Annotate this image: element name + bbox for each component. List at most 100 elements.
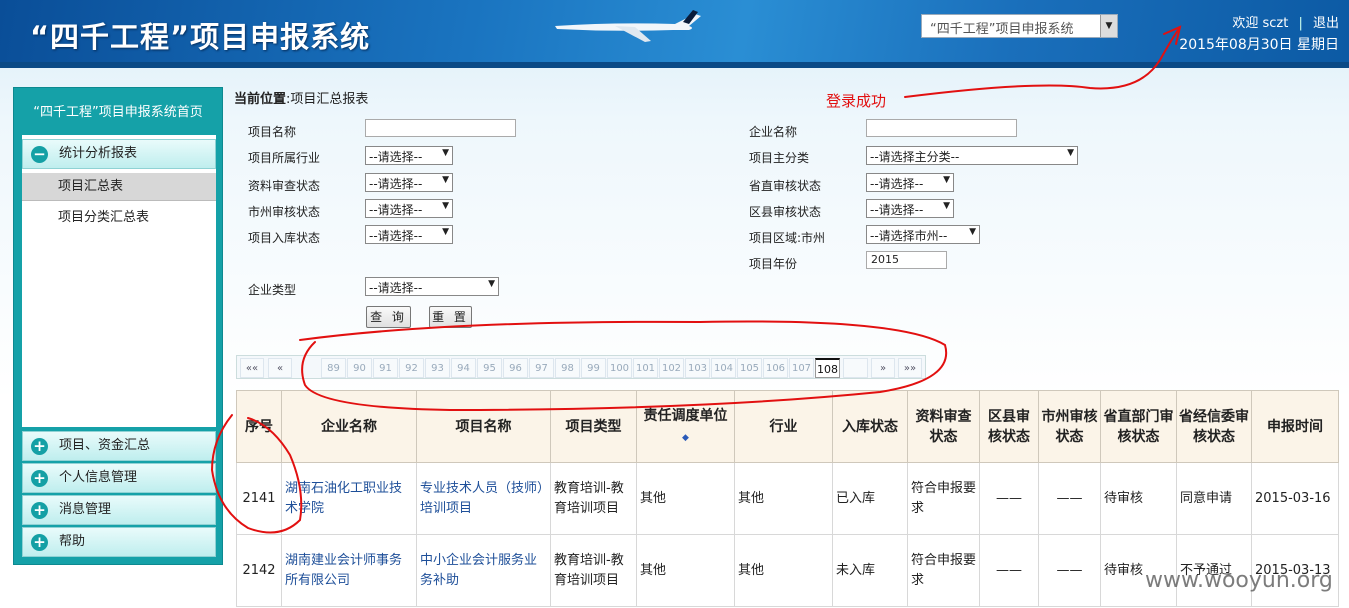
project-name-label: 项目名称 (248, 125, 297, 139)
year-label: 项目年份 (749, 257, 798, 271)
table-header-row: 序号 企业名称 项目名称 项目类型 责任调度单位 ◆ 行业 入库状态 资料审查状… (236, 390, 1339, 463)
main-category-label: 项目主分类 (749, 151, 810, 165)
cell-material-review: 符合申报要求 (907, 462, 980, 535)
prev-page-button[interactable]: « (268, 358, 292, 378)
col-header-material-review[interactable]: 资料审查状态 (907, 390, 980, 463)
watermark: www.wooyun.org (1145, 568, 1333, 593)
sidebar-section-messages[interactable]: + 消息管理 (22, 495, 216, 525)
page-number[interactable]: 92 (399, 358, 424, 378)
page-number[interactable]: 89 (321, 358, 346, 378)
industry-label: 项目所属行业 (248, 151, 321, 165)
col-header-city-review[interactable]: 市州审核状态 (1038, 390, 1101, 463)
col-header-province-dept-review[interactable]: 省直部门审核状态 (1100, 390, 1177, 463)
cell-index: 2142 (236, 534, 282, 607)
page-number[interactable]: 104 (711, 358, 736, 378)
sidebar-section-help[interactable]: + 帮助 (22, 527, 216, 557)
col-header-type[interactable]: 项目类型 (550, 390, 637, 463)
company-name-input[interactable] (866, 119, 1017, 137)
first-page-button[interactable]: «« (240, 358, 264, 378)
city-review-label: 市州审核状态 (248, 205, 321, 219)
cell-city-review: —— (1038, 462, 1101, 535)
page-number[interactable]: 103 (685, 358, 710, 378)
warehouse-label: 项目入库状态 (248, 231, 321, 245)
sidebar-section-stats[interactable]: − 统计分析报表 (22, 139, 216, 169)
col-header-industry[interactable]: 行业 (734, 390, 833, 463)
cell-city-review: —— (1038, 534, 1101, 607)
page-current[interactable]: 108 (815, 358, 840, 378)
page-number[interactable]: 99 (581, 358, 606, 378)
plus-circle-icon: + (31, 470, 48, 487)
welcome-bar: 欢迎 sczt | 退出 (1232, 16, 1339, 31)
cell-eitc-review: 同意申请 (1176, 462, 1252, 535)
col-header-county-review[interactable]: 区县审核状态 (979, 390, 1039, 463)
chevron-down-icon: ▼ (442, 148, 449, 158)
cell-date: 2015-03-16 (1251, 462, 1339, 535)
page-number[interactable]: 107 (789, 358, 814, 378)
page-number[interactable]: 91 (373, 358, 398, 378)
cell-type: 教育培训-教育培训项目 (550, 534, 637, 607)
plus-circle-icon: + (31, 502, 48, 519)
col-header-warehouse[interactable]: 入库状态 (832, 390, 908, 463)
page-number[interactable]: 102 (659, 358, 684, 378)
sort-icon[interactable]: ◆ (682, 433, 689, 443)
page-number[interactable]: 101 (633, 358, 658, 378)
col-header-project[interactable]: 项目名称 (416, 390, 551, 463)
col-header-date[interactable]: 申报时间 (1251, 390, 1339, 463)
project-name-input[interactable] (365, 119, 516, 137)
sidebar-section-profile[interactable]: + 个人信息管理 (22, 463, 216, 493)
cell-county-review: —— (979, 462, 1039, 535)
page-number[interactable]: 94 (451, 358, 476, 378)
page-number[interactable]: 98 (555, 358, 580, 378)
sidebar-home-link[interactable]: “四千工程”项目申报系统首页 (14, 98, 222, 128)
page-number[interactable]: 100 (607, 358, 632, 378)
airplane-icon (555, 10, 701, 42)
system-switch-select[interactable]: “四千工程”项目申报系统 ▼ (921, 14, 1118, 38)
page-number[interactable]: 95 (477, 358, 502, 378)
project-link[interactable]: 专业技术人员（技师）培训项目 (420, 481, 544, 516)
col-header-company[interactable]: 企业名称 (281, 390, 417, 463)
sidebar-item-category-summary[interactable]: 项目分类汇总表 (22, 204, 216, 232)
sidebar-item-project-summary[interactable]: 项目汇总表 (22, 173, 216, 201)
cell-industry: 其他 (734, 462, 833, 535)
plus-circle-icon: + (31, 534, 48, 551)
company-name-label: 企业名称 (749, 125, 798, 139)
page-number[interactable]: 106 (763, 358, 788, 378)
next-page-button[interactable]: » (871, 358, 895, 378)
logout-link[interactable]: 退出 (1313, 16, 1339, 31)
project-link[interactable]: 中小企业会计服务业务补助 (420, 553, 537, 588)
chevron-down-icon: ▼ (442, 227, 449, 237)
col-header-index[interactable]: 序号 (236, 390, 282, 463)
col-header-eitc-review[interactable]: 省经信委审核状态 (1176, 390, 1252, 463)
company-type-label: 企业类型 (248, 283, 297, 297)
page-number[interactable]: 105 (737, 358, 762, 378)
page-number[interactable]: 93 (425, 358, 450, 378)
page-number[interactable]: 90 (347, 358, 372, 378)
industry-select[interactable]: --请选择-- ▼ (365, 146, 453, 165)
page-number[interactable]: 96 (503, 358, 528, 378)
company-type-select[interactable]: --请选择-- ▼ (365, 277, 499, 296)
cell-company: 湖南石油化工职业技术学院 (281, 462, 417, 535)
province-review-label: 省直审核状态 (749, 179, 822, 193)
warehouse-select[interactable]: --请选择-- ▼ (365, 225, 453, 244)
last-page-button[interactable]: »» (898, 358, 922, 378)
col-header-dispatch-unit[interactable]: 责任调度单位 ◆ (636, 390, 735, 463)
chevron-down-icon: ▼ (1100, 15, 1117, 37)
material-review-select[interactable]: --请选择-- ▼ (365, 173, 453, 192)
province-review-select[interactable]: --请选择-- ▼ (866, 173, 954, 192)
cell-index: 2141 (236, 462, 282, 535)
company-link[interactable]: 湖南石油化工职业技术学院 (285, 481, 402, 516)
reset-button[interactable]: 重 置 (429, 306, 472, 328)
year-input[interactable]: 2015 (866, 251, 947, 269)
cell-company: 湖南建业会计师事务所有限公司 (281, 534, 417, 607)
cell-project: 中小企业会计服务业务补助 (416, 534, 551, 607)
sidebar-section-funds[interactable]: + 项目、资金汇总 (22, 431, 216, 461)
company-link[interactable]: 湖南建业会计师事务所有限公司 (285, 553, 402, 588)
cell-type: 教育培训-教育培训项目 (550, 462, 637, 535)
city-review-select[interactable]: --请选择-- ▼ (365, 199, 453, 218)
county-review-select[interactable]: --请选择-- ▼ (866, 199, 954, 218)
main-category-select[interactable]: --请选择主分类-- ▼ (866, 146, 1078, 165)
region-label: 项目区域:市州 (749, 231, 826, 245)
region-select[interactable]: --请选择市州-- ▼ (866, 225, 980, 244)
page-number[interactable]: 97 (529, 358, 554, 378)
query-button[interactable]: 查 询 (366, 306, 411, 328)
